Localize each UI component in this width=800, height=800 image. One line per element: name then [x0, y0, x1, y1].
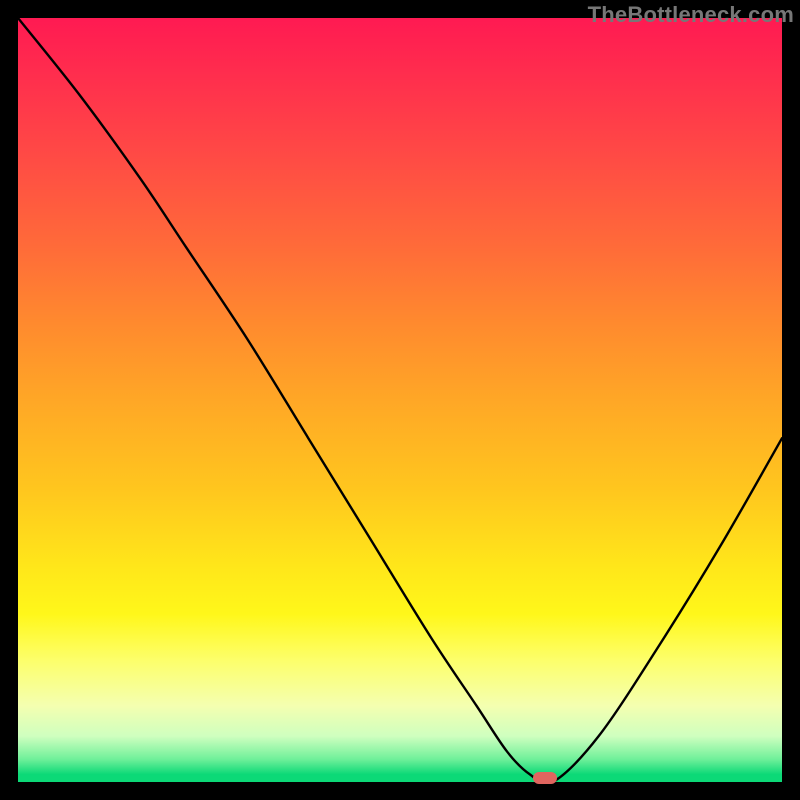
- watermark-text: TheBottleneck.com: [588, 2, 794, 28]
- curve-path: [18, 18, 782, 782]
- bottleneck-curve: [18, 18, 782, 782]
- plot-area: [18, 18, 782, 782]
- chart-frame: TheBottleneck.com: [0, 0, 800, 800]
- optimum-marker: [533, 772, 557, 784]
